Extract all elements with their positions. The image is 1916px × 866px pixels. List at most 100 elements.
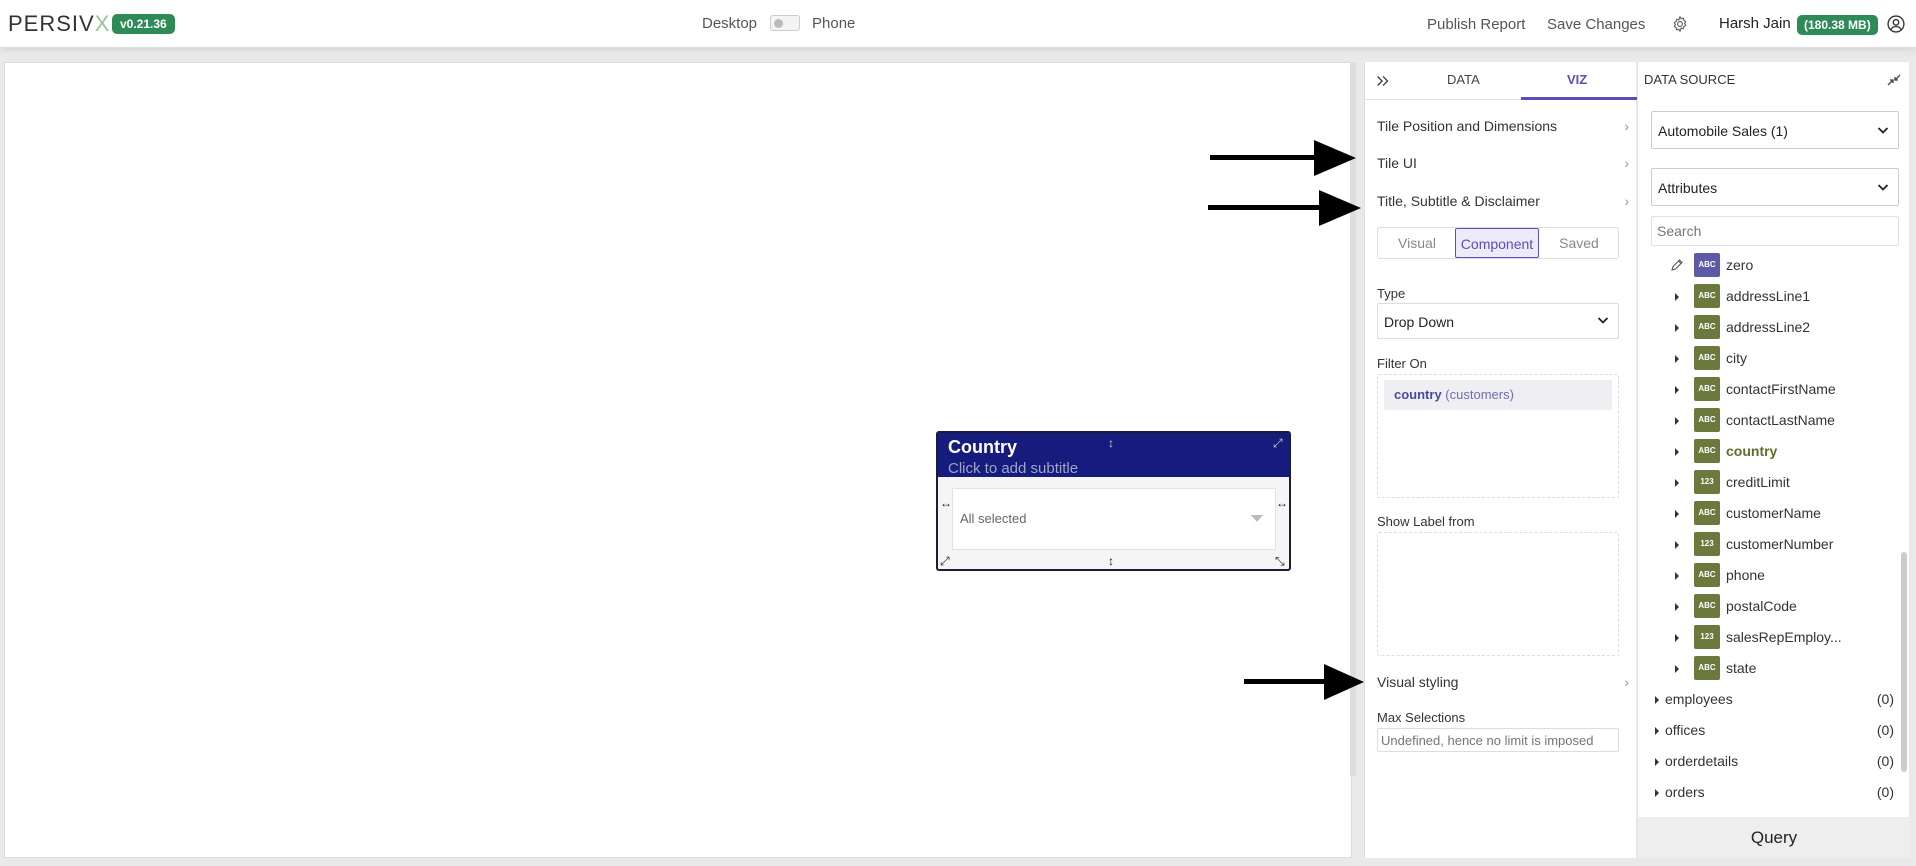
tile-dropdown[interactable]: All selected — [952, 488, 1276, 550]
expand-icon[interactable] — [1675, 479, 1679, 487]
table-count: (0) — [1876, 691, 1894, 707]
resize-handle-bottom-left[interactable]: ⤢ — [940, 555, 950, 567]
type-badge: ABC — [1694, 284, 1720, 308]
table-row[interactable]: orders (0) — [1638, 777, 1900, 808]
user-account-icon[interactable] — [1886, 14, 1906, 34]
list-item[interactable]: ABC zero — [1638, 250, 1900, 281]
list-item[interactable]: ABC contactFirstName — [1638, 374, 1900, 405]
attribute-name: country — [1726, 443, 1778, 459]
section-visual-styling[interactable]: Visual styling › — [1377, 674, 1629, 690]
list-item[interactable]: ABC phone — [1638, 560, 1900, 591]
table-row[interactable]: orderdetails (0) — [1638, 746, 1900, 777]
gear-icon[interactable] — [1671, 15, 1689, 33]
resize-handle-right[interactable]: ↔ — [1276, 497, 1288, 509]
view-mode-toggle[interactable] — [770, 15, 800, 31]
tab-data[interactable]: DATA — [1447, 72, 1480, 87]
data-source-select[interactable]: Automobile Sales (1) — [1651, 111, 1899, 149]
expand-icon[interactable] — [1675, 293, 1679, 301]
section-title-subtitle[interactable]: Title, Subtitle & Disclaimer › — [1377, 193, 1629, 209]
segment-visual[interactable]: Visual — [1378, 228, 1456, 258]
data-source-title: DATA SOURCE — [1644, 72, 1736, 87]
attribute-name: zero — [1726, 257, 1754, 273]
table-name: employees — [1665, 691, 1733, 707]
table-row[interactable]: employees (0) — [1638, 684, 1900, 715]
type-badge: 123 — [1694, 625, 1720, 649]
type-select[interactable]: Drop Down — [1377, 303, 1619, 339]
viz-settings-panel: DATA VIZ Tile Position and Dimensions › T… — [1364, 62, 1637, 858]
expand-icon[interactable] — [1655, 789, 1659, 797]
expand-icon[interactable] — [1675, 324, 1679, 332]
resize-handle-left[interactable]: ↔ — [940, 497, 952, 509]
expand-icon[interactable] — [1675, 355, 1679, 363]
attribute-list-scrollbar[interactable] — [1901, 552, 1907, 772]
expand-icon[interactable] — [1675, 417, 1679, 425]
expand-icon[interactable] — [1655, 727, 1659, 735]
type-badge: ABC — [1694, 439, 1720, 463]
segment-saved[interactable]: Saved — [1539, 228, 1619, 258]
list-item[interactable]: ABC country — [1638, 436, 1900, 467]
expand-icon[interactable] — [1675, 386, 1679, 394]
expand-icon[interactable] — [1675, 448, 1679, 456]
resize-handle-top[interactable]: ↕ — [1108, 437, 1114, 449]
desktop-label: Desktop — [702, 15, 758, 32]
list-item[interactable]: ABC postalCode — [1638, 591, 1900, 622]
collapse-panel-icon[interactable] — [1374, 72, 1392, 90]
filter-on-label: Filter On — [1377, 356, 1427, 371]
save-changes-button[interactable]: Save Changes — [1547, 16, 1645, 33]
type-badge: ABC — [1694, 594, 1720, 618]
tile-header[interactable]: Country Click to add subtitle ↕ ⤢ — [938, 433, 1289, 477]
attribute-category-select[interactable]: Attributes — [1651, 168, 1899, 206]
tab-viz[interactable]: VIZ — [1567, 72, 1587, 87]
type-badge: ABC — [1694, 253, 1720, 277]
section-tile-position[interactable]: Tile Position and Dimensions › — [1377, 118, 1629, 134]
attribute-name: creditLimit — [1726, 474, 1790, 490]
pencil-icon[interactable] — [1670, 258, 1684, 272]
chevron-right-icon: › — [1624, 674, 1629, 690]
collapse-icon[interactable] — [1886, 72, 1902, 88]
filter-on-dropzone[interactable]: country (customers) — [1377, 374, 1619, 498]
resize-handle-top-right[interactable]: ⤢ — [1273, 437, 1283, 449]
list-item[interactable]: 123 creditLimit — [1638, 467, 1900, 498]
attribute-name: state — [1726, 660, 1757, 676]
list-item[interactable]: 123 salesRepEmploy... — [1638, 622, 1900, 653]
list-item[interactable]: ABC contactLastName — [1638, 405, 1900, 436]
section-tile-ui[interactable]: Tile UI › — [1377, 155, 1629, 171]
chevron-right-icon: › — [1624, 118, 1629, 134]
attribute-search-input[interactable] — [1651, 216, 1899, 246]
list-item[interactable]: ABC city — [1638, 343, 1900, 374]
resize-handle-bottom-right[interactable]: ⤡ — [1275, 555, 1285, 567]
expand-icon[interactable] — [1675, 603, 1679, 611]
list-item[interactable]: ABC addressLine1 — [1638, 281, 1900, 312]
expand-icon[interactable] — [1675, 510, 1679, 518]
resize-handle-bottom[interactable]: ↕ — [1108, 555, 1114, 567]
expand-icon[interactable] — [1655, 758, 1659, 766]
expand-icon[interactable] — [1655, 696, 1659, 704]
version-badge: v0.21.36 — [112, 14, 175, 34]
expand-icon[interactable] — [1675, 665, 1679, 673]
max-selections-input[interactable] — [1377, 728, 1619, 752]
expand-icon[interactable] — [1675, 572, 1679, 580]
list-item[interactable]: ABC addressLine2 — [1638, 312, 1900, 343]
expand-icon[interactable] — [1675, 634, 1679, 642]
list-item[interactable]: 123 customerNumber — [1638, 529, 1900, 560]
annotation-arrow-icon — [1244, 664, 1364, 700]
list-item[interactable]: ABC state — [1638, 653, 1900, 684]
show-label-dropzone[interactable] — [1377, 532, 1619, 656]
segment-component[interactable]: Component — [1455, 228, 1539, 258]
chevron-right-icon: › — [1624, 155, 1629, 171]
filter-field-chip[interactable]: country (customers) — [1384, 380, 1612, 410]
attribute-name: contactLastName — [1726, 412, 1835, 428]
attribute-name: addressLine2 — [1726, 319, 1811, 335]
expand-icon[interactable] — [1675, 541, 1679, 549]
table-row[interactable]: offices (0) — [1638, 715, 1900, 746]
app-logo: PERSIVX — [8, 11, 111, 36]
list-item[interactable]: ABC customerName — [1638, 498, 1900, 529]
data-source-panel: DATA SOURCE Automobile Sales (1) Attribu… — [1637, 62, 1910, 858]
type-badge: ABC — [1694, 501, 1720, 525]
country-filter-tile[interactable]: Country Click to add subtitle ↕ ⤢ All se… — [936, 431, 1291, 571]
publish-report-button[interactable]: Publish Report — [1427, 16, 1525, 33]
tile-subtitle[interactable]: Click to add subtitle — [948, 460, 1279, 477]
query-button[interactable]: Query — [1638, 817, 1910, 858]
phone-label: Phone — [812, 15, 856, 32]
panel-tabs: DATA VIZ — [1365, 62, 1637, 100]
